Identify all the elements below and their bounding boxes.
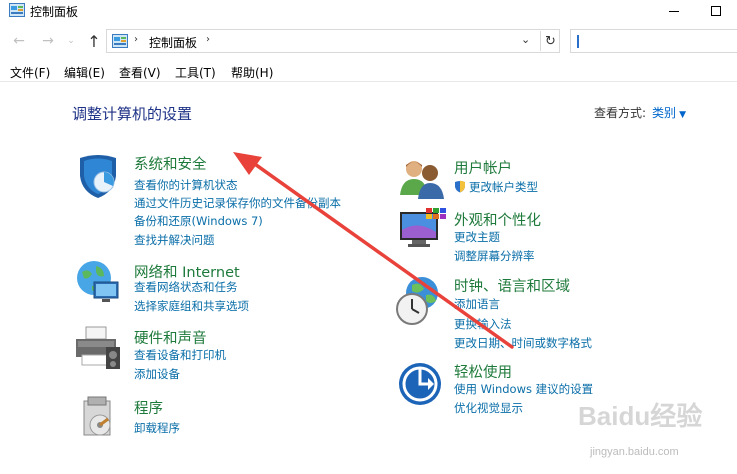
category-title[interactable]: 外观和个性化 — [454, 209, 541, 230]
category-title[interactable]: 时钟、语言和区域 — [454, 275, 570, 296]
minimize-icon — [669, 10, 679, 12]
link-add-device[interactable]: 添加设备 — [134, 366, 180, 382]
navigation-bar: ← → ⌄ ↑ › 控制面板 › ⌄ ↻ — [0, 26, 737, 56]
chevron-down-icon[interactable]: ▼ — [679, 110, 686, 120]
back-button[interactable]: ← — [9, 32, 29, 50]
maximize-button[interactable] — [696, 0, 736, 22]
link-change-account-type[interactable]: 更改帐户类型 — [469, 179, 538, 195]
text-cursor — [577, 35, 579, 48]
view-mode-label: 查看方式: — [594, 106, 647, 120]
menu-view[interactable]: 查看(V) — [119, 64, 161, 81]
clock-globe-icon[interactable] — [394, 275, 444, 327]
category-title[interactable]: 硬件和声音 — [134, 327, 207, 348]
link-optimize-visual-display[interactable]: 优化视觉显示 — [454, 400, 523, 416]
link-uninstall-program[interactable]: 卸载程序 — [134, 420, 180, 436]
menu-bar: 文件(F) 编辑(E) 查看(V) 工具(T) 帮助(H) — [0, 60, 737, 82]
link-use-windows-recommended[interactable]: 使用 Windows 建议的设置 — [454, 381, 593, 397]
refresh-icon: ↻ — [545, 33, 556, 49]
category-title[interactable]: 程序 — [134, 397, 163, 418]
forward-button[interactable]: → — [38, 32, 58, 50]
arrow-left-icon: ← — [13, 33, 25, 49]
menu-tools[interactable]: 工具(T) — [175, 64, 216, 81]
arrow-up-icon: ↑ — [87, 31, 101, 51]
link-backup-restore[interactable]: 备份和还原(Windows 7) — [134, 213, 263, 229]
chevron-down-icon: ⌄ — [67, 36, 75, 46]
view-mode-value[interactable]: 类别 — [652, 106, 676, 120]
watermark-url: jingyan.baidu.com — [590, 446, 679, 458]
category-title[interactable]: 用户帐户 — [454, 157, 512, 178]
ease-of-access-icon[interactable] — [398, 360, 446, 408]
programs-icon[interactable] — [80, 395, 120, 439]
arrow-right-icon: → — [42, 33, 54, 49]
control-panel-icon — [112, 34, 128, 48]
breadcrumb-separator[interactable]: › — [206, 34, 210, 45]
page-title: 调整计算机的设置 — [72, 105, 193, 123]
link-devices-printers[interactable]: 查看设备和打印机 — [134, 347, 226, 363]
category-title[interactable]: 系统和安全 — [134, 153, 207, 174]
menu-edit[interactable]: 编辑(E) — [64, 64, 105, 81]
menu-file[interactable]: 文件(F) — [10, 64, 50, 81]
breadcrumb-control-panel[interactable]: 控制面板 — [149, 34, 197, 51]
link-screen-resolution[interactable]: 调整屏幕分辨率 — [454, 248, 535, 264]
category-title[interactable]: 轻松使用 — [454, 361, 512, 382]
breadcrumb-separator[interactable]: › — [134, 34, 138, 45]
link-change-input-method[interactable]: 更换输入法 — [454, 316, 512, 332]
view-mode-selector[interactable]: 查看方式: 类别 ▼ — [594, 104, 686, 121]
link-file-history[interactable]: 通过文件历史记录保存你的文件备份副本 — [134, 195, 341, 211]
maximize-icon — [711, 6, 721, 16]
link-change-date-time-format[interactable]: 更改日期、时间或数字格式 — [454, 335, 592, 351]
watermark-text: Baidu经验 — [578, 401, 703, 431]
uac-shield-icon — [455, 180, 465, 193]
search-input[interactable] — [570, 29, 737, 53]
monitor-palette-icon[interactable] — [398, 208, 446, 256]
printer-icon[interactable] — [74, 325, 122, 373]
link-troubleshoot[interactable]: 查找并解决问题 — [134, 232, 215, 248]
address-dropdown-icon[interactable]: ⌄ — [521, 33, 530, 46]
refresh-button[interactable]: ↻ — [540, 31, 560, 51]
link-add-language[interactable]: 添加语言 — [454, 296, 500, 312]
link-network-status[interactable]: 查看网络状态和任务 — [134, 279, 238, 295]
up-button[interactable]: ↑ — [84, 31, 104, 51]
link-change-theme[interactable]: 更改主题 — [454, 229, 500, 245]
control-panel-icon — [9, 3, 25, 17]
menu-help[interactable]: 帮助(H) — [231, 64, 273, 81]
shield-icon[interactable] — [74, 152, 122, 200]
title-bar: 控制面板 — [0, 0, 737, 22]
link-homegroup[interactable]: 选择家庭组和共享选项 — [134, 298, 249, 314]
users-icon[interactable] — [398, 155, 446, 203]
link-view-computer-status[interactable]: 查看你的计算机状态 — [134, 177, 238, 193]
network-globe-icon[interactable] — [74, 258, 122, 306]
minimize-button[interactable] — [654, 0, 694, 22]
address-bar[interactable]: › 控制面板 › ⌄ ↻ — [106, 29, 560, 53]
window-title: 控制面板 — [30, 5, 79, 19]
recent-locations-button[interactable]: ⌄ — [64, 32, 78, 50]
